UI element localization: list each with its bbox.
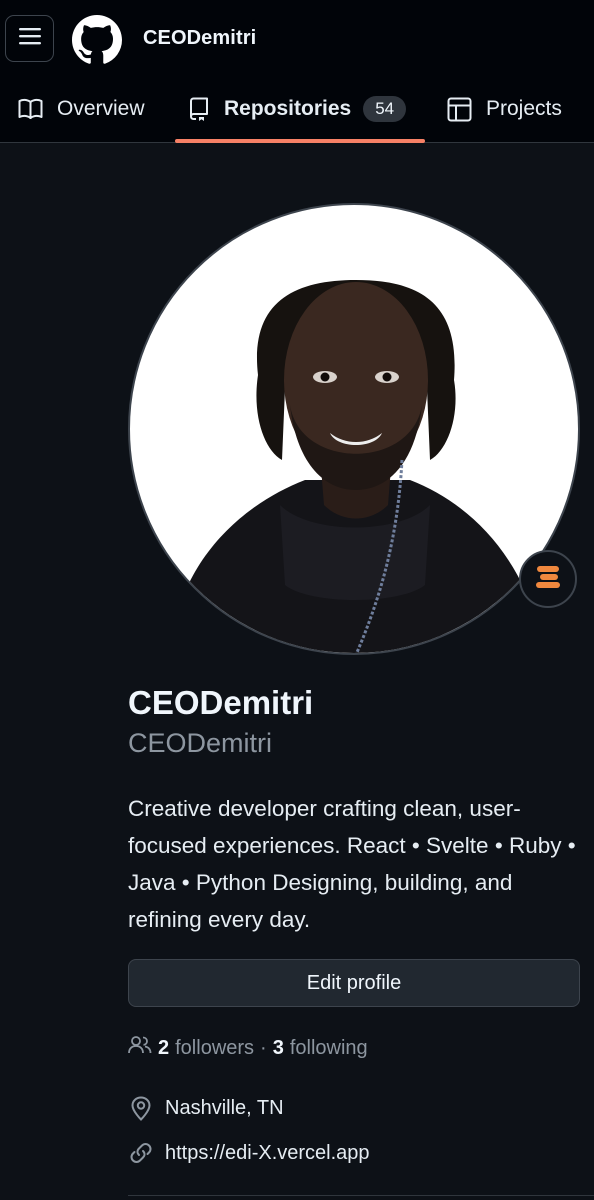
stacked-bars-emoji-icon xyxy=(533,564,563,595)
follow-stats: 2 followers · 3 following xyxy=(128,1034,368,1062)
hamburger-icon xyxy=(18,26,42,51)
header-username[interactable]: CEODemitri xyxy=(143,27,256,50)
tab-projects-label: Projects xyxy=(486,97,562,120)
following-count[interactable]: 3 xyxy=(273,1037,284,1060)
section-divider xyxy=(128,1195,594,1196)
profile-nav-tabs: Overview Repositories 54 Projects xyxy=(0,76,594,143)
menu-button[interactable] xyxy=(5,15,54,62)
top-header: CEODemitri xyxy=(0,0,594,76)
people-icon xyxy=(128,1035,152,1061)
tab-overview-label: Overview xyxy=(57,97,145,120)
profile-login: CEODemitri xyxy=(128,728,273,758)
tab-repositories-label: Repositories xyxy=(224,97,352,120)
followers-count[interactable]: 2 xyxy=(158,1037,169,1060)
avatar[interactable] xyxy=(128,203,580,655)
table-icon xyxy=(447,97,472,122)
follow-separator: · xyxy=(260,1036,267,1059)
active-tab-indicator xyxy=(175,139,425,143)
followers-link[interactable]: followers xyxy=(175,1037,254,1060)
tab-overview[interactable]: Overview xyxy=(18,76,145,142)
link-icon xyxy=(128,1141,154,1165)
github-mark-icon[interactable] xyxy=(72,15,122,65)
repo-icon xyxy=(188,97,210,122)
repositories-count-badge: 54 xyxy=(363,96,407,122)
location-text: Nashville, TN xyxy=(165,1097,284,1119)
tab-repositories[interactable]: Repositories 54 xyxy=(188,76,407,142)
status-badge[interactable] xyxy=(519,550,577,608)
profile-bio: Creative developer crafting clean, user-… xyxy=(128,796,576,932)
profile-full-name: CEODemitri xyxy=(128,684,314,721)
profile-location: Nashville, TN xyxy=(128,1096,284,1121)
tab-projects[interactable]: Projects xyxy=(447,76,562,142)
following-link[interactable]: following xyxy=(290,1037,368,1060)
edit-profile-button[interactable]: Edit profile xyxy=(128,959,580,1007)
profile-website: https://edi-X.vercel.app xyxy=(128,1141,370,1165)
location-pin-icon xyxy=(128,1096,154,1121)
book-icon xyxy=(18,98,43,120)
website-link[interactable]: https://edi-X.vercel.app xyxy=(165,1142,370,1165)
